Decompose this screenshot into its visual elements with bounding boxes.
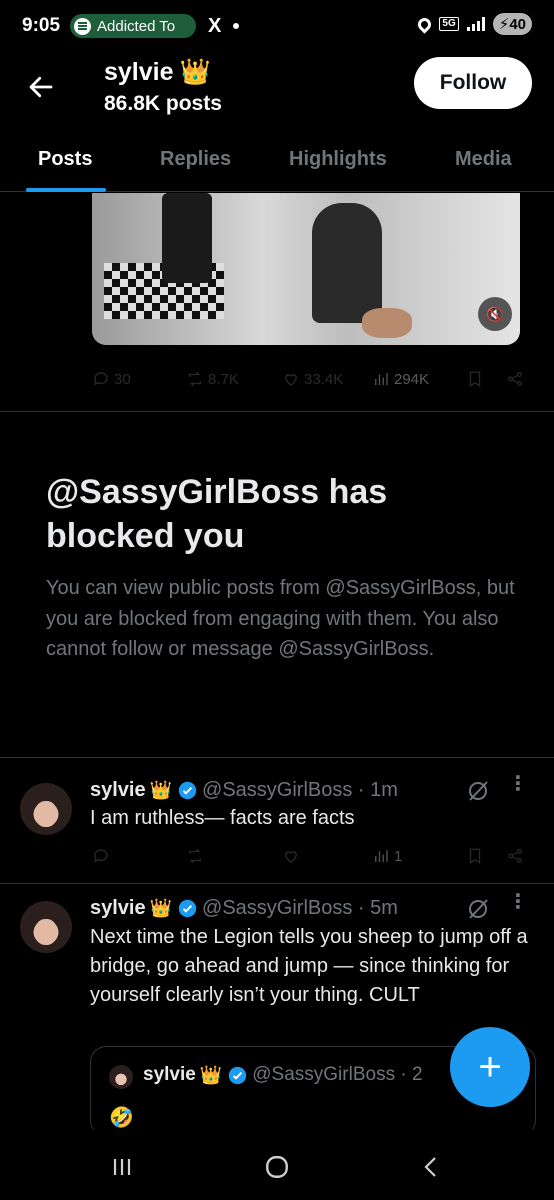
- verified-badge-icon: [229, 1066, 247, 1084]
- views-icon: [375, 373, 388, 385]
- follow-button[interactable]: Follow: [414, 57, 532, 109]
- reply-icon: [93, 372, 108, 386]
- heart-icon[interactable]: [282, 847, 300, 865]
- bookmark-icon[interactable]: [466, 370, 484, 388]
- tweet-header: sylvie 👑 @SassyGirlBoss · 1m: [90, 779, 398, 802]
- views-button[interactable]: 294K: [372, 370, 429, 388]
- battery-level: 40: [509, 15, 526, 33]
- tab-replies[interactable]: Replies: [160, 148, 231, 171]
- views-button[interactable]: 1: [372, 847, 402, 865]
- tab-media[interactable]: Media: [455, 148, 512, 171]
- heart-icon: [285, 374, 297, 386]
- location-icon: [415, 14, 435, 34]
- repost-icon: [189, 371, 201, 387]
- tweet[interactable]: sylvie 👑 @SassyGirlBoss · 1m ⋮ I am ruth…: [0, 774, 554, 883]
- network-type: 5G: [439, 17, 459, 31]
- tweet-actions: 1: [92, 841, 532, 871]
- views-icon: [375, 850, 388, 862]
- active-tab-indicator: [26, 188, 106, 192]
- quote-text: 🤣: [109, 1107, 134, 1129]
- status-bar: 9:05 Addicted To X 5G ⚡ 40: [0, 0, 554, 52]
- status-time: 9:05: [22, 15, 61, 36]
- profile-name: sylvie 👑: [104, 58, 211, 87]
- tweet-author-name[interactable]: sylvie: [90, 897, 146, 920]
- reply-icon[interactable]: [92, 847, 110, 865]
- blocked-description: You can view public posts from @SassyGir…: [46, 577, 515, 660]
- view-count: 294K: [394, 370, 430, 388]
- crown-emoji: 👑: [179, 58, 211, 86]
- back-arrow-icon[interactable]: [26, 72, 56, 102]
- tab-posts[interactable]: Posts: [38, 148, 92, 171]
- repost-icon[interactable]: [186, 847, 204, 865]
- view-count: 1: [394, 847, 403, 865]
- divider: [0, 757, 554, 758]
- quote-header: sylvie 👑 @SassyGirlBoss · 2: [143, 1064, 423, 1086]
- grok-icon[interactable]: [466, 897, 490, 921]
- back-icon[interactable]: [412, 1152, 452, 1182]
- crown-emoji: 👑: [199, 1064, 223, 1085]
- tab-highlights[interactable]: Highlights: [289, 148, 387, 171]
- quote-handle-time: @SassyGirlBoss · 2: [252, 1064, 423, 1085]
- reply-count: 30: [114, 370, 131, 388]
- divider: [0, 411, 554, 412]
- home-icon[interactable]: [257, 1152, 297, 1182]
- x-notification-icon: X: [208, 14, 222, 37]
- profile-name-text: sylvie: [104, 58, 174, 86]
- tweet-author-name[interactable]: sylvie: [90, 779, 146, 802]
- repost-count: 8.7K: [208, 370, 239, 388]
- like-count: 33.4K: [304, 370, 344, 388]
- avatar[interactable]: [20, 901, 72, 953]
- now-playing-text: Addicted To: [97, 17, 176, 35]
- avatar[interactable]: [20, 783, 72, 835]
- now-playing-pill[interactable]: Addicted To: [70, 14, 197, 38]
- tweet-text: I am ruthless— facts are facts: [90, 807, 355, 829]
- battery-indicator: ⚡ 40: [492, 13, 532, 35]
- spotify-icon: [74, 17, 92, 35]
- video-tweet-actions: 30 8.7K 33.4K 294K: [92, 364, 532, 394]
- reply-button[interactable]: 30: [92, 370, 131, 388]
- quote-avatar: [109, 1065, 133, 1089]
- like-button[interactable]: 33.4K: [282, 370, 343, 388]
- recent-apps-icon[interactable]: [102, 1152, 142, 1182]
- tweet-handle-time: @SassyGirlBoss · 1m: [202, 779, 398, 801]
- bookmark-icon[interactable]: [466, 847, 484, 865]
- verified-badge-icon: [178, 899, 197, 918]
- signal-icon: [466, 17, 485, 31]
- more-options-icon[interactable]: ⋮: [508, 774, 528, 794]
- tweet-handle-time: @SassyGirlBoss · 5m: [202, 897, 398, 919]
- video-thumbnail[interactable]: 🔇: [92, 193, 520, 345]
- tweet-text: Next time the Legion tells you sheep to …: [90, 926, 528, 1006]
- blocked-title: @SassyGirlBoss has blocked you: [46, 473, 388, 555]
- share-icon[interactable]: [506, 370, 524, 388]
- divider: [0, 883, 554, 884]
- tweet-header: sylvie 👑 @SassyGirlBoss · 5m: [90, 897, 398, 920]
- more-options-icon[interactable]: ⋮: [508, 892, 528, 912]
- post-count: 86.8K posts: [104, 92, 222, 115]
- crown-emoji: 👑: [149, 898, 173, 918]
- system-nav-bar: [0, 1130, 554, 1200]
- compose-button[interactable]: +: [450, 1027, 530, 1107]
- mute-icon[interactable]: 🔇: [478, 297, 512, 331]
- profile-tabs: Posts Replies Highlights Media: [0, 130, 554, 192]
- share-icon[interactable]: [506, 847, 524, 865]
- crown-emoji: 👑: [149, 780, 173, 800]
- verified-badge-icon: [178, 781, 197, 800]
- more-notifications-dot: [233, 23, 240, 29]
- grok-icon[interactable]: [466, 779, 490, 803]
- repost-button[interactable]: 8.7K: [186, 370, 239, 388]
- quote-author-name: sylvie: [143, 1064, 196, 1085]
- profile-header: sylvie 👑 86.8K posts Follow: [0, 52, 554, 130]
